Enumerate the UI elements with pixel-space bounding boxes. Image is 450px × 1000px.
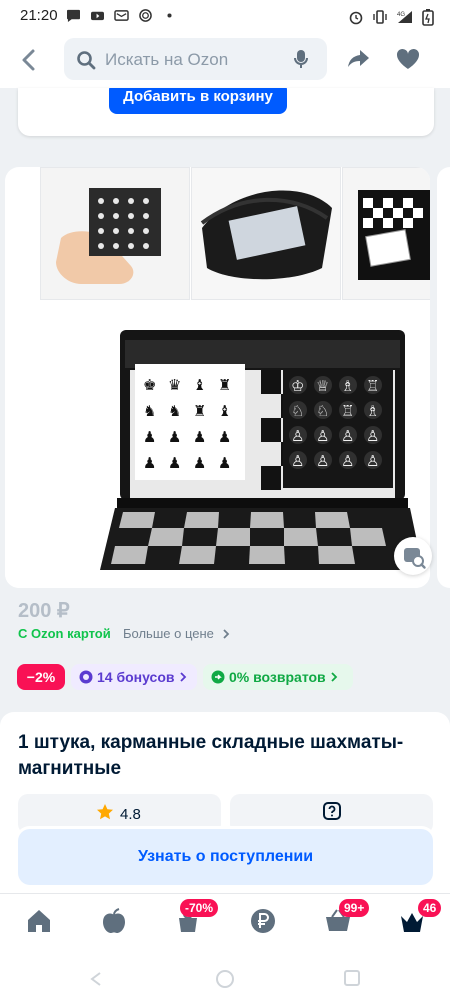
back-nav-icon[interactable] [90,972,101,986]
svg-text:♙: ♙ [341,427,354,445]
bonuses-chip[interactable]: 14 бонусов [71,664,197,690]
svg-text:4G: 4G [397,12,405,18]
signal-icon: 4G [397,11,412,23]
promo-chips: −2% 14 бонусов 0% возвратов [17,664,353,690]
product-title: 1 штука, карманные складные шахматы-магн… [18,732,404,779]
rating-value: 4.8 [120,806,141,823]
svg-text:♟: ♟ [193,454,206,472]
chevron-right-icon [179,672,186,682]
thumbnail-board[interactable] [342,167,430,300]
system-icons: 4G [348,8,434,26]
main-product-image[interactable]: ♚ ♛ ♝ ♜ ♞ ♞ ♜ ♝ ♟ ♟ ♟ ♟ ♟ ♟ ♟ ♟ ♔ ♕ ♗ ♖ ♘ ♘ ♖ ♗ ♙ ♙ ♙ ♙ ♙ ♙ ♙ ♙ [5,300,430,588]
top-header: Искать на Ozon [0,32,450,88]
system-navigation-bar [0,955,450,1000]
mail-icon [114,10,129,21]
svg-text:♟: ♟ [168,454,181,472]
svg-text:♜: ♜ [218,376,231,394]
search-field[interactable]: Искать на Ozon [64,38,327,80]
chevron-right-icon [222,629,229,639]
svg-text:♗: ♗ [366,402,379,420]
svg-text:♟: ♟ [218,454,231,472]
svg-text:♙: ♙ [316,427,329,445]
status-time: 21:20 [20,7,58,24]
svg-text:♟: ♟ [218,428,231,446]
alarm-icon [349,11,363,25]
sticky-cart-card: Добавить в корзину [18,88,434,136]
svg-text:♘: ♘ [291,402,304,420]
product-gallery[interactable]: ♚ ♛ ♝ ♜ ♞ ♞ ♜ ♝ ♟ ♟ ♟ ♟ ♟ ♟ ♟ ♟ ♔ ♕ ♗ ♖ ♘ ♘ ♖ ♗ ♙ ♙ ♙ ♙ ♙ ♙ ♙ ♙ [5,167,430,588]
vibrate-icon [373,10,387,24]
back-arrow-icon[interactable] [14,46,44,74]
svg-text:♟: ♟ [193,428,206,446]
next-gallery-card-peek[interactable] [437,167,450,588]
svg-text:♚: ♚ [143,376,156,394]
profile-badge: 46 [418,899,442,917]
svg-text:♝: ♝ [218,402,231,420]
ruble-icon[interactable] [248,906,278,936]
svg-text:♙: ♙ [316,452,329,470]
notification-icons [66,9,177,22]
thumbnail-hand[interactable] [40,167,190,300]
ozon-card-price-label: С Ozon картой [18,626,111,641]
svg-text:♞: ♞ [168,402,181,420]
chat-bubble-icon [67,9,80,22]
notify-when-available-button[interactable]: Узнать о поступлении [18,829,433,885]
discount-value: −2% [26,669,56,685]
svg-text:♘: ♘ [316,402,329,420]
add-to-cart-button[interactable]: Добавить в корзину [109,88,287,114]
star-icon [97,804,113,820]
battery-icon [422,9,434,26]
svg-text:♙: ♙ [366,427,379,445]
svg-text:♔: ♔ [291,377,304,395]
svg-text:♛: ♛ [168,376,181,394]
thumbnail-bag[interactable] [191,167,341,300]
returns-chip[interactable]: 0% возвратов [203,664,353,690]
more-about-price-label: Больше о цене [123,626,214,641]
status-bar: 21:20 4G [0,0,450,32]
find-similar-button[interactable] [394,537,432,575]
bottom-navigation: -70% 99+ 46 [0,893,450,955]
cart-badge: 99+ [339,899,370,917]
image-search-icon [404,548,426,569]
microphone-icon[interactable] [293,49,309,69]
share-icon[interactable] [346,46,372,72]
svg-text:♜: ♜ [193,402,206,420]
svg-text:♖: ♖ [341,402,354,420]
video-icon [91,11,104,21]
svg-text:♙: ♙ [341,452,354,470]
bonus-coin-icon [79,670,93,684]
apple-icon[interactable] [99,906,129,936]
system-nav-buttons [90,970,360,988]
question-icon [323,802,341,820]
svg-text:♖: ♖ [366,377,379,395]
chevron-right-icon [331,672,337,682]
spiral-icon [139,9,152,22]
returns-label: 0% возвратов [229,669,326,685]
svg-text:♙: ♙ [291,452,304,470]
return-arrow-icon [211,670,225,684]
search-placeholder: Искать на Ozon [105,50,229,69]
svg-text:♙: ♙ [366,452,379,470]
search-icon [77,51,96,70]
svg-text:♟: ♟ [143,428,156,446]
sale-badge: -70% [180,899,219,917]
svg-text:♝: ♝ [193,376,206,394]
svg-text:♕: ♕ [316,377,329,395]
recents-nav-icon[interactable] [344,970,360,986]
svg-text:♟: ♟ [168,428,181,446]
svg-text:♙: ♙ [291,427,304,445]
svg-text:♟: ♟ [143,454,156,472]
dot-icon [167,13,172,18]
svg-text:♞: ♞ [143,402,156,420]
home-nav-icon[interactable] [216,970,234,988]
home-icon[interactable] [24,906,54,936]
discount-badge: −2% [17,664,65,690]
svg-text:♗: ♗ [341,377,354,395]
more-about-price-link[interactable]: Больше о цене [123,626,231,641]
bonuses-label: 14 бонусов [97,669,175,685]
favorite-heart-icon[interactable] [395,46,421,72]
product-price: 200 ₽ [18,600,70,622]
